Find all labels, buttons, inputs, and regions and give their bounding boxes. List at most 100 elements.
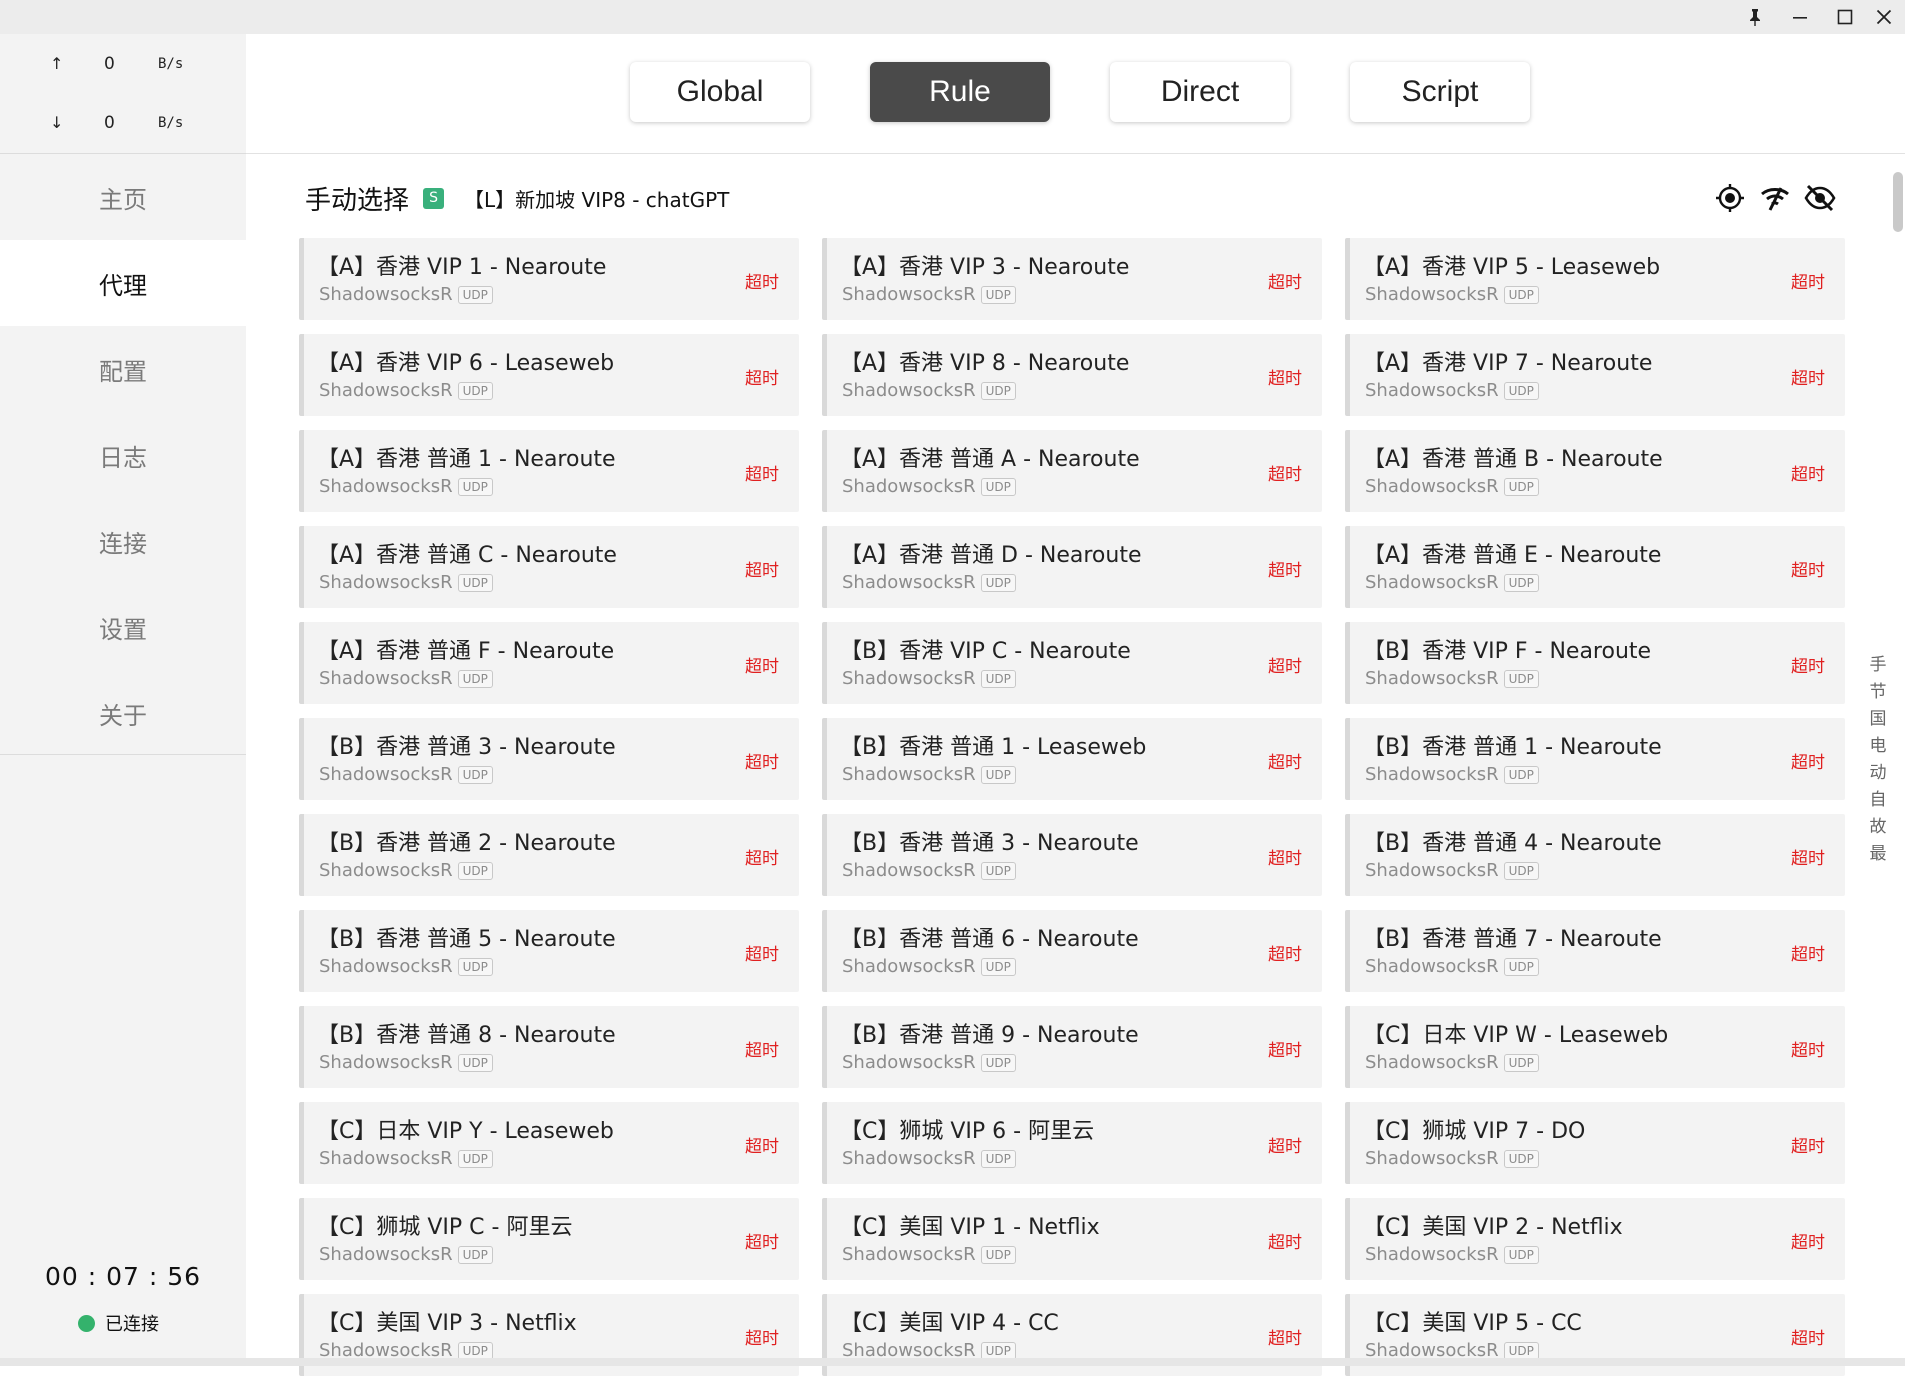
proxy-delay[interactable]: 超时 <box>1791 1132 1825 1157</box>
proxy-card[interactable]: 【B】香港 VIP C - Nearoute ShadowsocksR UDP 超时 <box>822 622 1322 704</box>
proxy-delay[interactable]: 超时 <box>1791 268 1825 293</box>
proxy-delay[interactable]: 超时 <box>745 364 779 389</box>
nav-item-logs[interactable]: 日志 <box>0 412 246 498</box>
proxy-delay[interactable]: 超时 <box>1268 268 1302 293</box>
pin-icon[interactable] <box>1733 0 1777 34</box>
minimize-icon[interactable] <box>1778 0 1822 34</box>
proxy-delay[interactable]: 超时 <box>745 556 779 581</box>
proxy-card[interactable]: 【C】狮城 VIP 7 - DO ShadowsocksR UDP 超时 <box>1345 1102 1845 1184</box>
proxy-card[interactable]: 【C】日本 VIP W - Leaseweb ShadowsocksR UDP 超时 <box>1345 1006 1845 1088</box>
proxy-card[interactable]: 【B】香港 普通 1 - Nearoute ShadowsocksR UDP 超时 <box>1345 718 1845 800</box>
proxy-card[interactable]: 【B】香港 普通 3 - Nearoute ShadowsocksR UDP 超时 <box>299 718 799 800</box>
mode-rule-button[interactable]: Rule <box>870 62 1050 122</box>
proxy-card[interactable]: 【B】香港 普通 7 - Nearoute ShadowsocksR UDP 超时 <box>1345 910 1845 992</box>
scrollbar-thumb[interactable] <box>1893 172 1903 232</box>
proxy-card[interactable]: 【B】香港 普通 6 - Nearoute ShadowsocksR UDP 超时 <box>822 910 1322 992</box>
proxy-delay[interactable]: 超时 <box>745 844 779 869</box>
proxy-delay[interactable]: 超时 <box>1791 364 1825 389</box>
proxy-name: 【A】香港 VIP 7 - Nearoute <box>1363 351 1653 376</box>
proxy-card[interactable]: 【A】香港 VIP 8 - Nearoute ShadowsocksR UDP 超时 <box>822 334 1322 416</box>
nav-item-connections[interactable]: 连接 <box>0 498 246 584</box>
proxy-card[interactable]: 【A】香港 VIP 7 - Nearoute ShadowsocksR UDP 超时 <box>1345 334 1845 416</box>
proxy-delay[interactable]: 超时 <box>745 748 779 773</box>
proxy-delay[interactable]: 超时 <box>1268 748 1302 773</box>
proxy-delay[interactable]: 超时 <box>1791 556 1825 581</box>
proxy-delay[interactable]: 超时 <box>1791 652 1825 677</box>
proxy-delay[interactable]: 超时 <box>1791 460 1825 485</box>
proxy-delay[interactable]: 超时 <box>745 1132 779 1157</box>
mode-global-button[interactable]: Global <box>630 62 810 122</box>
index-bar-item[interactable]: 手 <box>1866 650 1890 677</box>
proxy-delay[interactable]: 超时 <box>1791 1228 1825 1253</box>
index-bar-item[interactable]: 节 <box>1866 677 1890 704</box>
proxy-delay[interactable]: 超时 <box>1268 556 1302 581</box>
wifi-test-icon[interactable] <box>1759 182 1791 214</box>
proxy-card[interactable]: 【B】香港 普通 1 - Leaseweb ShadowsocksR UDP 超时 <box>822 718 1322 800</box>
index-bar-item[interactable]: 自 <box>1866 785 1890 812</box>
proxy-card[interactable]: 【A】香港 VIP 6 - Leaseweb ShadowsocksR UDP 超时 <box>299 334 799 416</box>
proxy-name: 【B】香港 普通 2 - Nearoute <box>317 831 616 856</box>
proxy-card[interactable]: 【C】狮城 VIP C - 阿里云 ShadowsocksR UDP 超时 <box>299 1198 799 1280</box>
locate-icon[interactable] <box>1714 182 1746 214</box>
nav-item-profiles[interactable]: 配置 <box>0 326 246 412</box>
proxy-delay[interactable]: 超时 <box>1268 844 1302 869</box>
proxy-card[interactable]: 【A】香港 普通 E - Nearoute ShadowsocksR UDP 超时 <box>1345 526 1845 608</box>
proxy-delay[interactable]: 超时 <box>745 652 779 677</box>
proxy-card[interactable]: 【A】香港 普通 A - Nearoute ShadowsocksR UDP 超时 <box>822 430 1322 512</box>
proxy-delay[interactable]: 超时 <box>1268 1228 1302 1253</box>
proxy-delay[interactable]: 超时 <box>745 1228 779 1253</box>
proxy-card[interactable]: 【B】香港 普通 5 - Nearoute ShadowsocksR UDP 超时 <box>299 910 799 992</box>
proxy-delay[interactable]: 超时 <box>1791 844 1825 869</box>
index-bar-item[interactable]: 动 <box>1866 758 1890 785</box>
proxy-delay[interactable]: 超时 <box>1791 1036 1825 1061</box>
mode-script-button[interactable]: Script <box>1350 62 1530 122</box>
proxy-card[interactable]: 【C】狮城 VIP 6 - 阿里云 ShadowsocksR UDP 超时 <box>822 1102 1322 1184</box>
proxy-card[interactable]: 【B】香港 VIP F - Nearoute ShadowsocksR UDP 超时 <box>1345 622 1845 704</box>
proxy-delay[interactable]: 超时 <box>745 940 779 965</box>
proxy-card[interactable]: 【B】香港 普通 4 - Nearoute ShadowsocksR UDP 超时 <box>1345 814 1845 896</box>
proxy-card[interactable]: 【A】香港 VIP 1 - Nearoute ShadowsocksR UDP 超时 <box>299 238 799 320</box>
proxy-delay[interactable]: 超时 <box>745 1036 779 1061</box>
proxy-delay[interactable]: 超时 <box>1791 1324 1825 1349</box>
index-bar-item[interactable]: 最 <box>1866 839 1890 866</box>
divider <box>0 754 246 755</box>
proxy-card[interactable]: 【B】香港 普通 8 - Nearoute ShadowsocksR UDP 超时 <box>299 1006 799 1088</box>
nav-item-proxies[interactable]: 代理 <box>0 240 246 326</box>
proxy-card[interactable]: 【C】美国 VIP 1 - Netflix ShadowsocksR UDP 超时 <box>822 1198 1322 1280</box>
proxy-card[interactable]: 【A】香港 普通 B - Nearoute ShadowsocksR UDP 超时 <box>1345 430 1845 512</box>
proxy-card[interactable]: 【A】香港 普通 C - Nearoute ShadowsocksR UDP 超时 <box>299 526 799 608</box>
proxy-delay[interactable]: 超时 <box>745 460 779 485</box>
proxy-delay[interactable]: 超时 <box>1791 748 1825 773</box>
mode-direct-button[interactable]: Direct <box>1110 62 1290 122</box>
proxy-delay[interactable]: 超时 <box>1268 652 1302 677</box>
proxy-card[interactable]: 【B】香港 普通 9 - Nearoute ShadowsocksR UDP 超时 <box>822 1006 1322 1088</box>
proxy-delay[interactable]: 超时 <box>745 1324 779 1349</box>
proxy-delay[interactable]: 超时 <box>1268 1132 1302 1157</box>
proxy-group-header[interactable]: 手动选择 S 【L】新加坡 VIP8 - chatGPT <box>305 178 729 218</box>
proxy-card[interactable]: 【B】香港 普通 2 - Nearoute ShadowsocksR UDP 超时 <box>299 814 799 896</box>
proxy-delay[interactable]: 超时 <box>1268 940 1302 965</box>
proxy-delay[interactable]: 超时 <box>1268 364 1302 389</box>
proxy-card[interactable]: 【A】香港 普通 D - Nearoute ShadowsocksR UDP 超时 <box>822 526 1322 608</box>
index-bar-item[interactable]: 国 <box>1866 704 1890 731</box>
index-bar-item[interactable]: 故 <box>1866 812 1890 839</box>
close-icon[interactable] <box>1862 0 1905 34</box>
maximize-icon[interactable] <box>1823 0 1867 34</box>
nav-item-settings[interactable]: 设置 <box>0 584 246 670</box>
proxy-delay[interactable]: 超时 <box>1791 940 1825 965</box>
proxy-card[interactable]: 【A】香港 普通 1 - Nearoute ShadowsocksR UDP 超时 <box>299 430 799 512</box>
proxy-delay[interactable]: 超时 <box>1268 1324 1302 1349</box>
proxy-card[interactable]: 【A】香港 VIP 5 - Leaseweb ShadowsocksR UDP 超时 <box>1345 238 1845 320</box>
proxy-card[interactable]: 【A】香港 VIP 3 - Nearoute ShadowsocksR UDP 超时 <box>822 238 1322 320</box>
index-bar-item[interactable]: 电 <box>1866 731 1890 758</box>
proxy-card[interactable]: 【A】香港 普通 F - Nearoute ShadowsocksR UDP 超时 <box>299 622 799 704</box>
proxy-card[interactable]: 【B】香港 普通 3 - Nearoute ShadowsocksR UDP 超时 <box>822 814 1322 896</box>
nav-item-home[interactable]: 主页 <box>0 154 246 240</box>
proxy-delay[interactable]: 超时 <box>745 268 779 293</box>
proxy-delay[interactable]: 超时 <box>1268 1036 1302 1061</box>
nav-item-about[interactable]: 关于 <box>0 670 246 756</box>
proxy-card[interactable]: 【C】日本 VIP Y - Leaseweb ShadowsocksR UDP 超时 <box>299 1102 799 1184</box>
proxy-delay[interactable]: 超时 <box>1268 460 1302 485</box>
proxy-card[interactable]: 【C】美国 VIP 2 - Netflix ShadowsocksR UDP 超时 <box>1345 1198 1845 1280</box>
hide-icon[interactable] <box>1804 182 1836 214</box>
